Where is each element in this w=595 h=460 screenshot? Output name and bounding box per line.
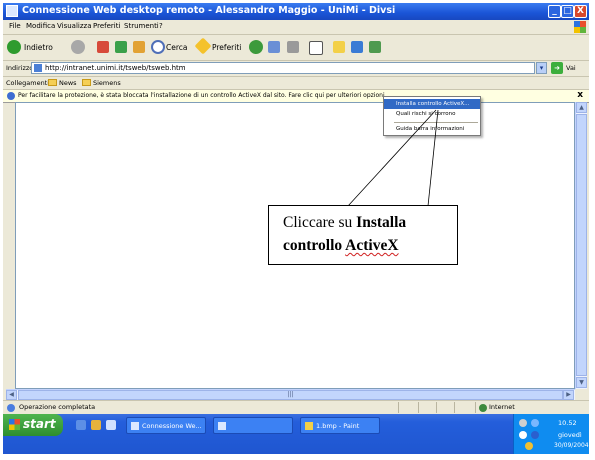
callout-activex: ActiveX bbox=[345, 237, 399, 254]
callout-bold-1: Installa bbox=[356, 214, 407, 231]
callout-arrow-line bbox=[347, 109, 437, 207]
callout-line-2: controllo ActiveX bbox=[283, 237, 399, 255]
callout-bold-2: controllo bbox=[283, 237, 343, 254]
callout-prefix: Cliccare su bbox=[283, 214, 353, 231]
instruction-callout: Cliccare su Installa controllo ActiveX bbox=[268, 205, 458, 265]
callout-line-1: Cliccare su Installa bbox=[283, 214, 406, 232]
callout-arrow-line bbox=[427, 109, 439, 207]
